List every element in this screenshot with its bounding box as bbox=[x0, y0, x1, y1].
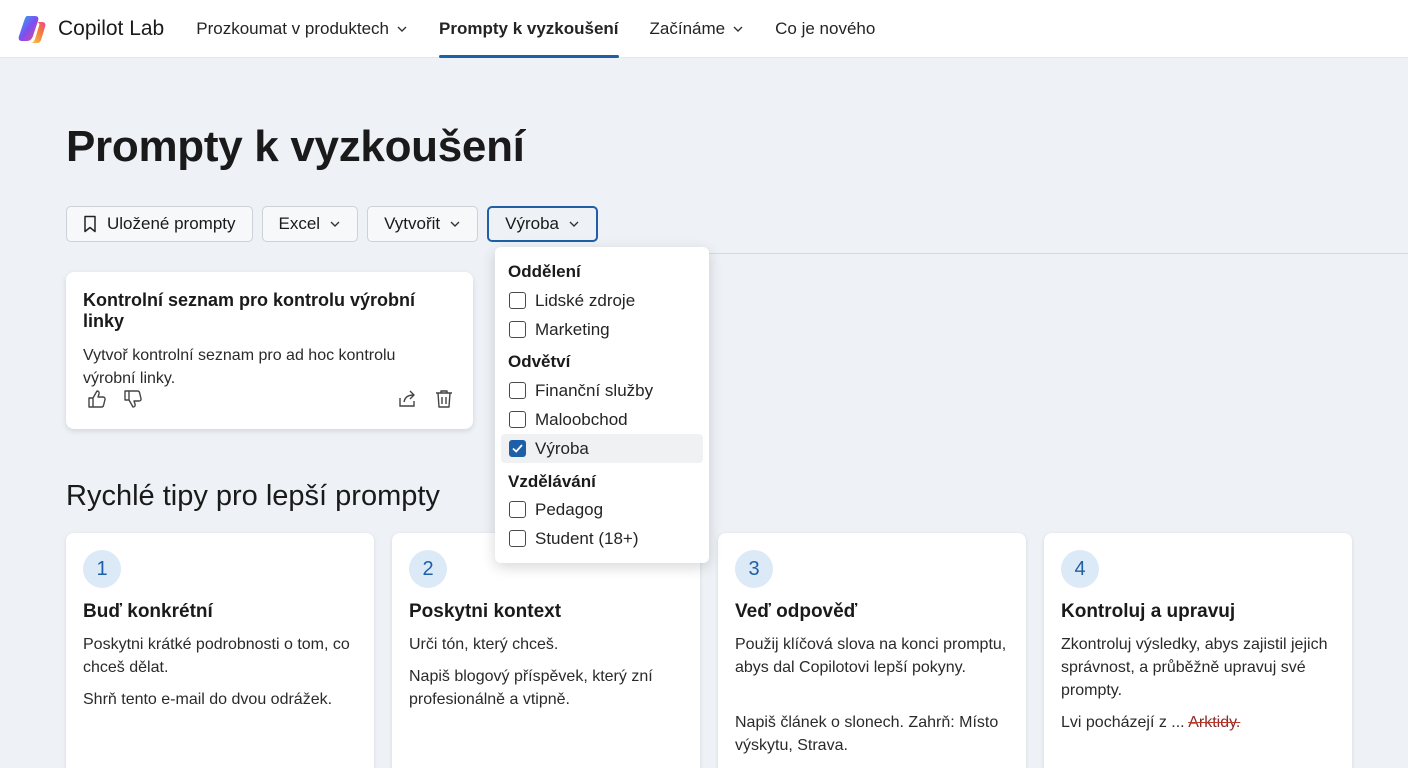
tip-example-prefix: Lvi pocházejí z ... bbox=[1061, 714, 1189, 731]
top-navigation: Copilot Lab Prozkoumat v produktech Prom… bbox=[0, 0, 1408, 58]
copilot-logo-icon bbox=[18, 15, 46, 43]
divider bbox=[608, 253, 1408, 254]
tip-number-badge: 2 bbox=[409, 550, 447, 588]
tip-example: Shrň tento e-mail do dvou odrážek. bbox=[83, 691, 333, 708]
nav-item-getting-started[interactable]: Začínáme bbox=[650, 0, 745, 58]
tip-text: Urči tón, který chceš. bbox=[409, 636, 559, 653]
industry-filter-button[interactable]: Výroba bbox=[487, 206, 599, 242]
prompt-card-actions bbox=[86, 388, 453, 412]
nav-item-label: Začínáme bbox=[649, 18, 726, 38]
tip-card: 4 Kontroluj a upravuj Zkontroluj výsledk… bbox=[1044, 533, 1352, 768]
tip-number-badge: 4 bbox=[1061, 550, 1099, 588]
saved-prompts-label: Uložené prompty bbox=[107, 214, 236, 233]
prompt-card-title: Kontrolní seznam pro kontrolu výrobní li… bbox=[83, 290, 416, 331]
tip-title: Veď odpověď bbox=[735, 601, 858, 622]
nav-item-whats-new[interactable]: Co je nového bbox=[775, 0, 875, 58]
checkbox[interactable] bbox=[509, 530, 526, 547]
tip-example: Lvi pocházejí z ... Arktidy. bbox=[1061, 711, 1335, 734]
dropdown-group-education: Vzdělávání bbox=[508, 472, 596, 491]
page-title: Prompty k vyzkoušení bbox=[66, 122, 525, 171]
option-label: Finanční služby bbox=[535, 380, 654, 400]
prompt-card-description: Vytvoř kontrolní seznam pro ad hoc kontr… bbox=[83, 347, 396, 387]
tip-card: 3 Veď odpověď Použij klíčová slova na ko… bbox=[718, 533, 1026, 768]
create-filter-label: Vytvořit bbox=[384, 214, 441, 233]
trash-icon[interactable] bbox=[433, 388, 455, 410]
tip-text: Použij klíčová slova na konci promptu, a… bbox=[735, 636, 1007, 676]
tips-section-title: Rychlé tipy pro lepší prompty bbox=[66, 480, 440, 512]
option-student[interactable]: Student (18+) bbox=[501, 524, 703, 553]
option-hr[interactable]: Lidské zdroje bbox=[501, 286, 703, 315]
checkbox[interactable] bbox=[509, 501, 526, 518]
option-marketing[interactable]: Marketing bbox=[501, 315, 703, 344]
excel-filter-label: Excel bbox=[278, 214, 321, 233]
tip-title: Kontroluj a upravuj bbox=[1061, 601, 1236, 622]
tip-example: Napiš blogový příspěvek, který zní profe… bbox=[409, 668, 653, 708]
option-label: Výroba bbox=[535, 438, 589, 458]
checkbox[interactable] bbox=[509, 292, 526, 309]
checkbox[interactable] bbox=[509, 321, 526, 338]
nav-item-label: Prozkoumat v produktech bbox=[196, 18, 390, 38]
option-label: Maloobchod bbox=[535, 409, 628, 429]
dropdown-group-industry: Odvětví bbox=[508, 352, 571, 371]
option-label: Pedagog bbox=[535, 499, 604, 519]
nav-item-label: Co je nového bbox=[775, 18, 876, 38]
option-retail[interactable]: Maloobchod bbox=[501, 405, 703, 434]
share-icon[interactable] bbox=[396, 388, 418, 410]
nav-item-label: Prompty k vyzkoušení bbox=[439, 18, 619, 38]
chevron-down-icon bbox=[397, 26, 407, 32]
filter-bar: Uložené prompty Excel Vytvořit Výroba bbox=[66, 206, 607, 242]
tip-card: 1 Buď konkrétní Poskytni krátké podrobno… bbox=[66, 533, 374, 768]
option-manufacturing[interactable]: Výroba bbox=[501, 434, 703, 463]
checkbox[interactable] bbox=[509, 382, 526, 399]
option-teacher[interactable]: Pedagog bbox=[501, 495, 703, 524]
tip-text: Zkontroluj výsledky, abys zajistil jejic… bbox=[1061, 636, 1328, 699]
industry-filter-dropdown: Oddělení Lidské zdroje Marketing Odvětví… bbox=[495, 247, 709, 563]
brand[interactable]: Copilot Lab bbox=[18, 13, 164, 45]
option-financial-services[interactable]: Finanční služby bbox=[501, 376, 703, 405]
tip-title: Poskytni kontext bbox=[409, 601, 562, 622]
tip-number-badge: 3 bbox=[735, 550, 773, 588]
option-label: Lidské zdroje bbox=[535, 290, 636, 310]
chevron-down-icon bbox=[330, 221, 340, 227]
nav-item-prompts[interactable]: Prompty k vyzkoušení bbox=[439, 0, 619, 58]
industry-filter-label: Výroba bbox=[505, 214, 560, 233]
saved-prompts-button[interactable]: Uložené prompty bbox=[66, 206, 253, 242]
option-label: Marketing bbox=[535, 319, 610, 339]
option-label: Student (18+) bbox=[535, 528, 639, 548]
nav-item-explore[interactable]: Prozkoumat v produktech bbox=[196, 0, 408, 58]
chevron-down-icon bbox=[569, 221, 579, 227]
app-name: Copilot Lab bbox=[58, 16, 165, 40]
tip-number-badge: 1 bbox=[83, 550, 121, 588]
checkmark-icon bbox=[512, 444, 523, 453]
checkbox[interactable] bbox=[509, 411, 526, 428]
thumbs-up-icon[interactable] bbox=[86, 388, 108, 410]
tip-card: 2 Poskytni kontext Urči tón, který chceš… bbox=[392, 533, 700, 768]
prompt-card[interactable]: Kontrolní seznam pro kontrolu výrobní li… bbox=[66, 272, 473, 429]
dropdown-group-department: Oddělení bbox=[508, 262, 581, 281]
chevron-down-icon bbox=[733, 26, 743, 32]
tip-example: Napiš článek o slonech. Zahrň: Místo výs… bbox=[735, 714, 999, 754]
main-nav: Prozkoumat v produktech Prompty k vyzkou… bbox=[196, 0, 906, 58]
excel-filter-button[interactable]: Excel bbox=[261, 206, 359, 242]
tip-text: Poskytni krátké podrobnosti o tom, co ch… bbox=[83, 636, 350, 676]
tip-title: Buď konkrétní bbox=[83, 601, 213, 622]
thumbs-down-icon[interactable] bbox=[122, 388, 144, 410]
chevron-down-icon bbox=[450, 221, 460, 227]
bookmark-icon bbox=[84, 215, 96, 233]
create-filter-button[interactable]: Vytvořit bbox=[367, 206, 479, 242]
tip-example-struck: Arktidy. bbox=[1188, 714, 1241, 731]
checkbox-checked[interactable] bbox=[509, 440, 526, 457]
